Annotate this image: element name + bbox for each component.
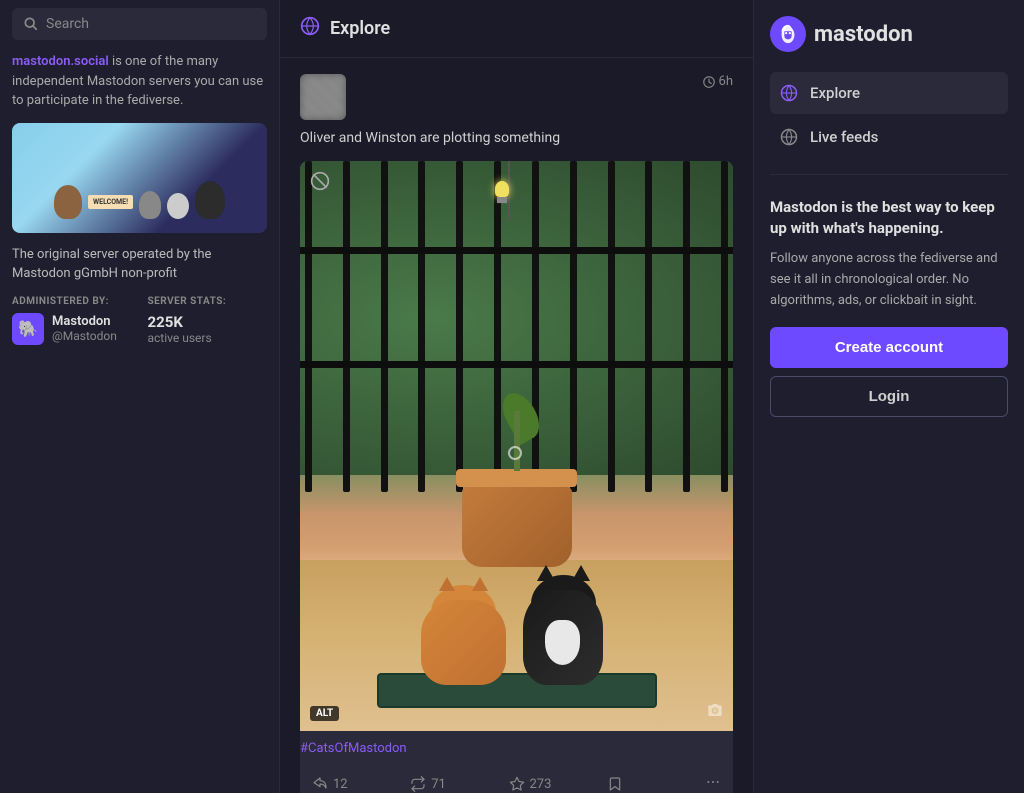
clock-icon — [703, 76, 715, 88]
boost-icon — [410, 776, 426, 792]
cats-photo: ALT — [300, 161, 733, 731]
post-image: ALT #CatsOfMastodon — [300, 161, 733, 793]
boost-button[interactable]: 71 — [398, 770, 496, 793]
orange-cat — [421, 585, 511, 685]
live-feeds-icon — [778, 126, 800, 148]
bookmark-button[interactable] — [595, 770, 693, 793]
explore-title: Explore — [330, 18, 390, 39]
search-bar[interactable]: Search — [12, 8, 267, 40]
alt-badge[interactable]: ALT — [310, 706, 339, 721]
explore-header-icon — [300, 16, 320, 41]
admin-name: Mastodon — [52, 314, 117, 329]
create-account-button[interactable]: Create account — [770, 327, 1008, 368]
search-icon — [24, 17, 38, 31]
promo-text: Follow anyone across the fediverse and s… — [770, 249, 1008, 311]
more-icon — [705, 774, 721, 790]
explore-nav-icon — [778, 82, 800, 104]
stats-text: active users — [148, 331, 268, 345]
admin-info: Mastodon @Mastodon — [52, 314, 117, 343]
server-description: The original server operated by the Mast… — [12, 245, 267, 284]
admin-row: 🐘 Mastodon @Mastodon — [12, 313, 132, 345]
post-time: 6h — [703, 74, 733, 89]
stats-number: 225K — [148, 313, 268, 331]
server-link[interactable]: mastodon.social — [12, 54, 109, 69]
admin-handle: @Mastodon — [52, 329, 117, 343]
admin-stats: ADMINISTERED BY: 🐘 Mastodon @Mastodon SE… — [12, 296, 267, 345]
post-content: Oliver and Winston are plotting somethin… — [300, 128, 733, 149]
sidebar-divider — [770, 174, 1008, 175]
post-avatar-row — [300, 74, 346, 120]
promo-title: Mastodon is the best way to keep up with… — [770, 197, 1008, 239]
no-preview-icon — [310, 171, 330, 195]
login-button[interactable]: Login — [770, 376, 1008, 417]
explore-nav-label: Explore — [810, 84, 860, 102]
admin-section: ADMINISTERED BY: 🐘 Mastodon @Mastodon — [12, 296, 132, 345]
left-sidebar: Search mastodon.social is one of the man… — [0, 0, 280, 793]
live-feeds-label: Live feeds — [810, 128, 878, 146]
hashtag[interactable]: #CatsOfMastodon — [300, 741, 733, 756]
stats-section: SERVER STATS: 225K active users — [148, 296, 268, 345]
post-avatar — [300, 74, 346, 120]
main-content: Explore 6h Oliver and Winston are plotti… — [280, 0, 754, 793]
black-cat — [523, 575, 613, 685]
favorite-icon — [509, 776, 525, 792]
server-info: mastodon.social is one of the many indep… — [12, 52, 267, 111]
admin-avatar: 🐘 — [12, 313, 44, 345]
mastodon-logo: mastodon — [770, 16, 1008, 52]
reply-count: 12 — [333, 777, 348, 792]
sidebar-item-live-feeds[interactable]: Live feeds — [770, 116, 1008, 158]
logo-icon — [770, 16, 806, 52]
search-placeholder: Search — [46, 16, 89, 32]
reply-icon — [312, 776, 328, 792]
right-sidebar: mastodon Explore Live feeds Mastodon is … — [754, 0, 1024, 793]
stats-label: SERVER STATS: — [148, 296, 268, 307]
logo-text: mastodon — [814, 22, 913, 47]
boost-count: 71 — [431, 777, 446, 792]
server-banner: WELCOME! — [12, 123, 267, 233]
favorite-button[interactable]: 273 — [497, 770, 595, 793]
admin-label: ADMINISTERED BY: — [12, 296, 132, 307]
explore-header: Explore — [280, 0, 753, 58]
more-button[interactable] — [693, 768, 733, 793]
bookmark-icon — [607, 776, 623, 792]
promo-box: Mastodon is the best way to keep up with… — [770, 197, 1008, 417]
favorite-count: 273 — [530, 777, 552, 792]
post-header: 6h — [300, 74, 733, 120]
reply-button[interactable]: 12 — [300, 770, 398, 793]
post-card: 6h Oliver and Winston are plotting somet… — [280, 58, 753, 793]
post-time-value: 6h — [719, 74, 733, 89]
sidebar-item-explore[interactable]: Explore — [770, 72, 1008, 114]
post-actions: 12 71 273 — [300, 768, 733, 793]
